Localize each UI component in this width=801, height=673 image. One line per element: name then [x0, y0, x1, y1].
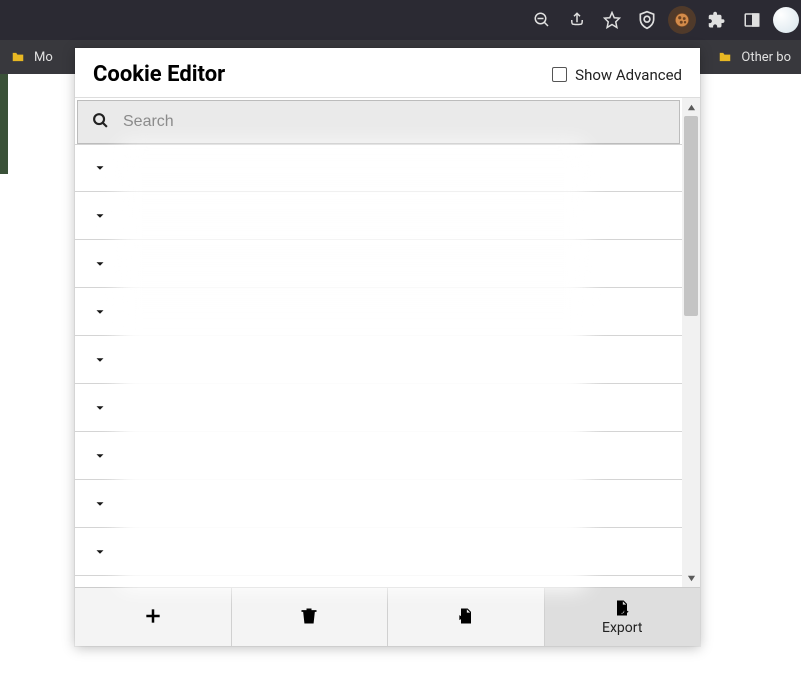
- chevron-down-icon: [93, 257, 107, 271]
- chevron-down-icon: [93, 545, 107, 559]
- popup-header: Cookie Editor Show Advanced: [75, 48, 700, 97]
- cookie-row[interactable]: [75, 528, 682, 576]
- export-icon: [612, 598, 632, 618]
- cookie-row[interactable]: [75, 192, 682, 240]
- search-input[interactable]: [123, 113, 665, 131]
- popup-body: [75, 97, 700, 587]
- list-area: [75, 98, 682, 587]
- import-button[interactable]: [388, 588, 545, 646]
- scroll-down-arrow-icon[interactable]: [682, 569, 700, 587]
- bookmark-label: Other bo: [741, 50, 791, 65]
- show-advanced-checkbox[interactable]: [552, 67, 567, 82]
- bookmark-folder-right[interactable]: Other bo: [717, 50, 791, 65]
- cookie-row[interactable]: [75, 576, 682, 587]
- page-accent: [0, 74, 8, 174]
- search-row: [77, 100, 680, 144]
- chevron-down-icon: [93, 161, 107, 175]
- chevron-down-icon: [93, 449, 107, 463]
- folder-icon: [10, 50, 26, 64]
- browser-toolbar: [0, 0, 801, 40]
- scroll-up-arrow-icon[interactable]: [682, 98, 700, 116]
- popup-title: Cookie Editor: [93, 62, 225, 87]
- chevron-down-icon: [93, 353, 107, 367]
- profile-avatar[interactable]: [773, 7, 799, 33]
- cookie-row[interactable]: [75, 288, 682, 336]
- extensions-icon[interactable]: [703, 6, 731, 34]
- cookie-row[interactable]: [75, 384, 682, 432]
- search-icon: [92, 112, 109, 133]
- zoom-out-icon[interactable]: [528, 6, 556, 34]
- cookie-list: [75, 144, 682, 587]
- bookmark-folder-left[interactable]: Mo: [10, 50, 53, 65]
- trash-icon: [299, 606, 319, 626]
- cookie-row[interactable]: [75, 432, 682, 480]
- shield-icon[interactable]: [633, 6, 661, 34]
- cookie-editor-popup: Cookie Editor Show Advanced: [75, 48, 700, 646]
- chevron-down-icon: [93, 305, 107, 319]
- plus-icon: [143, 606, 163, 626]
- scrollbar[interactable]: [682, 98, 700, 587]
- show-advanced-label: Show Advanced: [575, 66, 682, 84]
- chevron-down-icon: [93, 209, 107, 223]
- bookmark-label: Mo: [34, 50, 53, 65]
- star-icon[interactable]: [598, 6, 626, 34]
- folder-icon: [717, 50, 733, 64]
- scroll-track[interactable]: [682, 116, 700, 569]
- cookie-row[interactable]: [75, 480, 682, 528]
- show-advanced-toggle[interactable]: Show Advanced: [552, 66, 682, 84]
- scroll-thumb[interactable]: [684, 116, 698, 316]
- cookie-row[interactable]: [75, 144, 682, 192]
- cookie-row[interactable]: [75, 336, 682, 384]
- export-label: Export: [602, 620, 642, 636]
- popup-footer: Export: [75, 587, 700, 646]
- chevron-down-icon: [93, 497, 107, 511]
- add-cookie-button[interactable]: [75, 588, 232, 646]
- delete-all-button[interactable]: [232, 588, 389, 646]
- sidepanel-icon[interactable]: [738, 6, 766, 34]
- chevron-down-icon: [93, 401, 107, 415]
- cookie-row[interactable]: [75, 240, 682, 288]
- export-button[interactable]: Export: [545, 588, 701, 646]
- import-icon: [456, 606, 476, 626]
- share-icon[interactable]: [563, 6, 591, 34]
- cookie-editor-extension-icon[interactable]: [668, 6, 696, 34]
